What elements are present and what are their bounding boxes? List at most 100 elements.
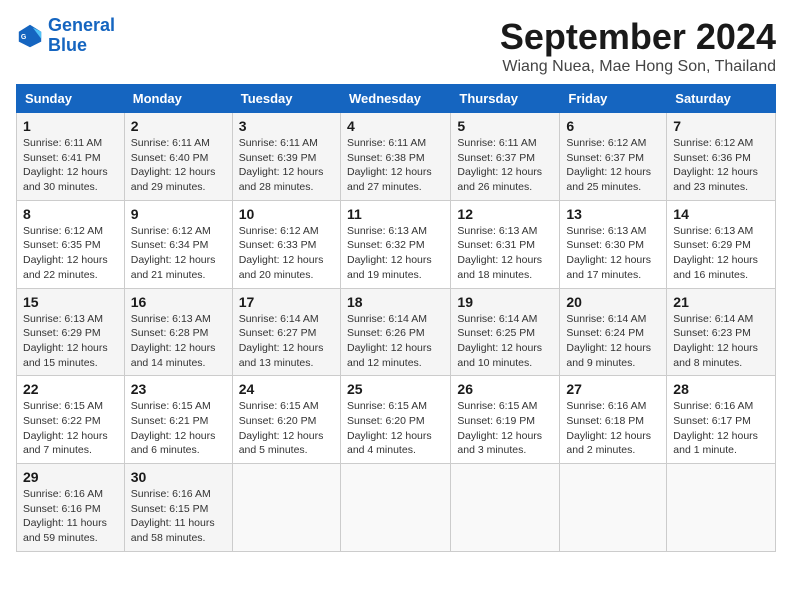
day-cell: 14 Sunrise: 6:13 AMSunset: 6:29 PMDaylig… — [667, 200, 776, 288]
day-number: 13 — [566, 206, 660, 222]
weekday-header-sunday: Sunday — [17, 85, 125, 113]
day-cell: 30 Sunrise: 6:16 AMSunset: 6:15 PMDaylig… — [124, 464, 232, 552]
day-number: 4 — [347, 118, 444, 134]
day-number: 16 — [131, 294, 226, 310]
logo-text-line1: General — [48, 16, 115, 36]
day-number: 11 — [347, 206, 444, 222]
day-cell: 7 Sunrise: 6:12 AMSunset: 6:36 PMDayligh… — [667, 113, 776, 201]
day-cell — [451, 464, 560, 552]
day-info: Sunrise: 6:11 AMSunset: 6:38 PMDaylight:… — [347, 136, 444, 195]
day-info: Sunrise: 6:15 AMSunset: 6:19 PMDaylight:… — [457, 399, 553, 458]
day-cell: 29 Sunrise: 6:16 AMSunset: 6:16 PMDaylig… — [17, 464, 125, 552]
day-info: Sunrise: 6:15 AMSunset: 6:20 PMDaylight:… — [347, 399, 444, 458]
weekday-header-tuesday: Tuesday — [232, 85, 340, 113]
day-number: 9 — [131, 206, 226, 222]
day-number: 21 — [673, 294, 769, 310]
day-cell: 20 Sunrise: 6:14 AMSunset: 6:24 PMDaylig… — [560, 288, 667, 376]
day-info: Sunrise: 6:15 AMSunset: 6:21 PMDaylight:… — [131, 399, 226, 458]
day-info: Sunrise: 6:16 AMSunset: 6:17 PMDaylight:… — [673, 399, 769, 458]
day-info: Sunrise: 6:12 AMSunset: 6:37 PMDaylight:… — [566, 136, 660, 195]
day-number: 1 — [23, 118, 118, 134]
day-cell: 5 Sunrise: 6:11 AMSunset: 6:37 PMDayligh… — [451, 113, 560, 201]
day-number: 27 — [566, 381, 660, 397]
week-row-5: 29 Sunrise: 6:16 AMSunset: 6:16 PMDaylig… — [17, 464, 776, 552]
weekday-header-row: SundayMondayTuesdayWednesdayThursdayFrid… — [17, 85, 776, 113]
day-info: Sunrise: 6:14 AMSunset: 6:27 PMDaylight:… — [239, 312, 334, 371]
week-row-4: 22 Sunrise: 6:15 AMSunset: 6:22 PMDaylig… — [17, 376, 776, 464]
day-info: Sunrise: 6:14 AMSunset: 6:25 PMDaylight:… — [457, 312, 553, 371]
day-info: Sunrise: 6:11 AMSunset: 6:39 PMDaylight:… — [239, 136, 334, 195]
day-info: Sunrise: 6:16 AMSunset: 6:15 PMDaylight:… — [131, 487, 226, 546]
day-number: 6 — [566, 118, 660, 134]
day-cell: 22 Sunrise: 6:15 AMSunset: 6:22 PMDaylig… — [17, 376, 125, 464]
day-cell — [560, 464, 667, 552]
day-cell: 3 Sunrise: 6:11 AMSunset: 6:39 PMDayligh… — [232, 113, 340, 201]
day-number: 15 — [23, 294, 118, 310]
week-row-2: 8 Sunrise: 6:12 AMSunset: 6:35 PMDayligh… — [17, 200, 776, 288]
day-info: Sunrise: 6:13 AMSunset: 6:31 PMDaylight:… — [457, 224, 553, 283]
day-number: 22 — [23, 381, 118, 397]
day-info: Sunrise: 6:12 AMSunset: 6:33 PMDaylight:… — [239, 224, 334, 283]
day-cell: 24 Sunrise: 6:15 AMSunset: 6:20 PMDaylig… — [232, 376, 340, 464]
day-info: Sunrise: 6:13 AMSunset: 6:29 PMDaylight:… — [23, 312, 118, 371]
day-number: 28 — [673, 381, 769, 397]
day-info: Sunrise: 6:13 AMSunset: 6:32 PMDaylight:… — [347, 224, 444, 283]
day-number: 20 — [566, 294, 660, 310]
day-cell: 13 Sunrise: 6:13 AMSunset: 6:30 PMDaylig… — [560, 200, 667, 288]
weekday-header-thursday: Thursday — [451, 85, 560, 113]
weekday-header-saturday: Saturday — [667, 85, 776, 113]
day-number: 30 — [131, 469, 226, 485]
day-info: Sunrise: 6:11 AMSunset: 6:40 PMDaylight:… — [131, 136, 226, 195]
day-cell: 28 Sunrise: 6:16 AMSunset: 6:17 PMDaylig… — [667, 376, 776, 464]
calendar-table: SundayMondayTuesdayWednesdayThursdayFrid… — [16, 84, 776, 552]
day-info: Sunrise: 6:13 AMSunset: 6:28 PMDaylight:… — [131, 312, 226, 371]
day-number: 26 — [457, 381, 553, 397]
title-area: September 2024 Wiang Nuea, Mae Hong Son,… — [500, 16, 776, 76]
day-cell: 8 Sunrise: 6:12 AMSunset: 6:35 PMDayligh… — [17, 200, 125, 288]
day-cell: 25 Sunrise: 6:15 AMSunset: 6:20 PMDaylig… — [340, 376, 450, 464]
day-cell: 27 Sunrise: 6:16 AMSunset: 6:18 PMDaylig… — [560, 376, 667, 464]
day-info: Sunrise: 6:12 AMSunset: 6:35 PMDaylight:… — [23, 224, 118, 283]
day-cell: 1 Sunrise: 6:11 AMSunset: 6:41 PMDayligh… — [17, 113, 125, 201]
week-row-3: 15 Sunrise: 6:13 AMSunset: 6:29 PMDaylig… — [17, 288, 776, 376]
day-cell: 19 Sunrise: 6:14 AMSunset: 6:25 PMDaylig… — [451, 288, 560, 376]
day-info: Sunrise: 6:16 AMSunset: 6:16 PMDaylight:… — [23, 487, 118, 546]
logo-text-line2: Blue — [48, 36, 115, 56]
day-info: Sunrise: 6:13 AMSunset: 6:30 PMDaylight:… — [566, 224, 660, 283]
day-info: Sunrise: 6:12 AMSunset: 6:36 PMDaylight:… — [673, 136, 769, 195]
day-cell: 9 Sunrise: 6:12 AMSunset: 6:34 PMDayligh… — [124, 200, 232, 288]
svg-text:G: G — [21, 34, 27, 41]
day-cell: 18 Sunrise: 6:14 AMSunset: 6:26 PMDaylig… — [340, 288, 450, 376]
day-number: 7 — [673, 118, 769, 134]
day-info: Sunrise: 6:14 AMSunset: 6:23 PMDaylight:… — [673, 312, 769, 371]
day-number: 19 — [457, 294, 553, 310]
day-number: 29 — [23, 469, 118, 485]
day-info: Sunrise: 6:16 AMSunset: 6:18 PMDaylight:… — [566, 399, 660, 458]
day-cell: 23 Sunrise: 6:15 AMSunset: 6:21 PMDaylig… — [124, 376, 232, 464]
day-cell: 15 Sunrise: 6:13 AMSunset: 6:29 PMDaylig… — [17, 288, 125, 376]
day-info: Sunrise: 6:13 AMSunset: 6:29 PMDaylight:… — [673, 224, 769, 283]
day-cell: 6 Sunrise: 6:12 AMSunset: 6:37 PMDayligh… — [560, 113, 667, 201]
day-info: Sunrise: 6:11 AMSunset: 6:37 PMDaylight:… — [457, 136, 553, 195]
day-cell — [667, 464, 776, 552]
weekday-header-wednesday: Wednesday — [340, 85, 450, 113]
logo-icon: G — [16, 22, 44, 50]
day-cell: 17 Sunrise: 6:14 AMSunset: 6:27 PMDaylig… — [232, 288, 340, 376]
day-info: Sunrise: 6:14 AMSunset: 6:24 PMDaylight:… — [566, 312, 660, 371]
week-row-1: 1 Sunrise: 6:11 AMSunset: 6:41 PMDayligh… — [17, 113, 776, 201]
day-number: 3 — [239, 118, 334, 134]
day-info: Sunrise: 6:14 AMSunset: 6:26 PMDaylight:… — [347, 312, 444, 371]
location-title: Wiang Nuea, Mae Hong Son, Thailand — [500, 58, 776, 76]
day-cell: 21 Sunrise: 6:14 AMSunset: 6:23 PMDaylig… — [667, 288, 776, 376]
day-cell — [340, 464, 450, 552]
day-info: Sunrise: 6:11 AMSunset: 6:41 PMDaylight:… — [23, 136, 118, 195]
weekday-header-monday: Monday — [124, 85, 232, 113]
day-cell: 10 Sunrise: 6:12 AMSunset: 6:33 PMDaylig… — [232, 200, 340, 288]
day-number: 10 — [239, 206, 334, 222]
day-cell: 2 Sunrise: 6:11 AMSunset: 6:40 PMDayligh… — [124, 113, 232, 201]
day-cell: 12 Sunrise: 6:13 AMSunset: 6:31 PMDaylig… — [451, 200, 560, 288]
day-number: 24 — [239, 381, 334, 397]
day-number: 12 — [457, 206, 553, 222]
day-number: 8 — [23, 206, 118, 222]
day-number: 23 — [131, 381, 226, 397]
